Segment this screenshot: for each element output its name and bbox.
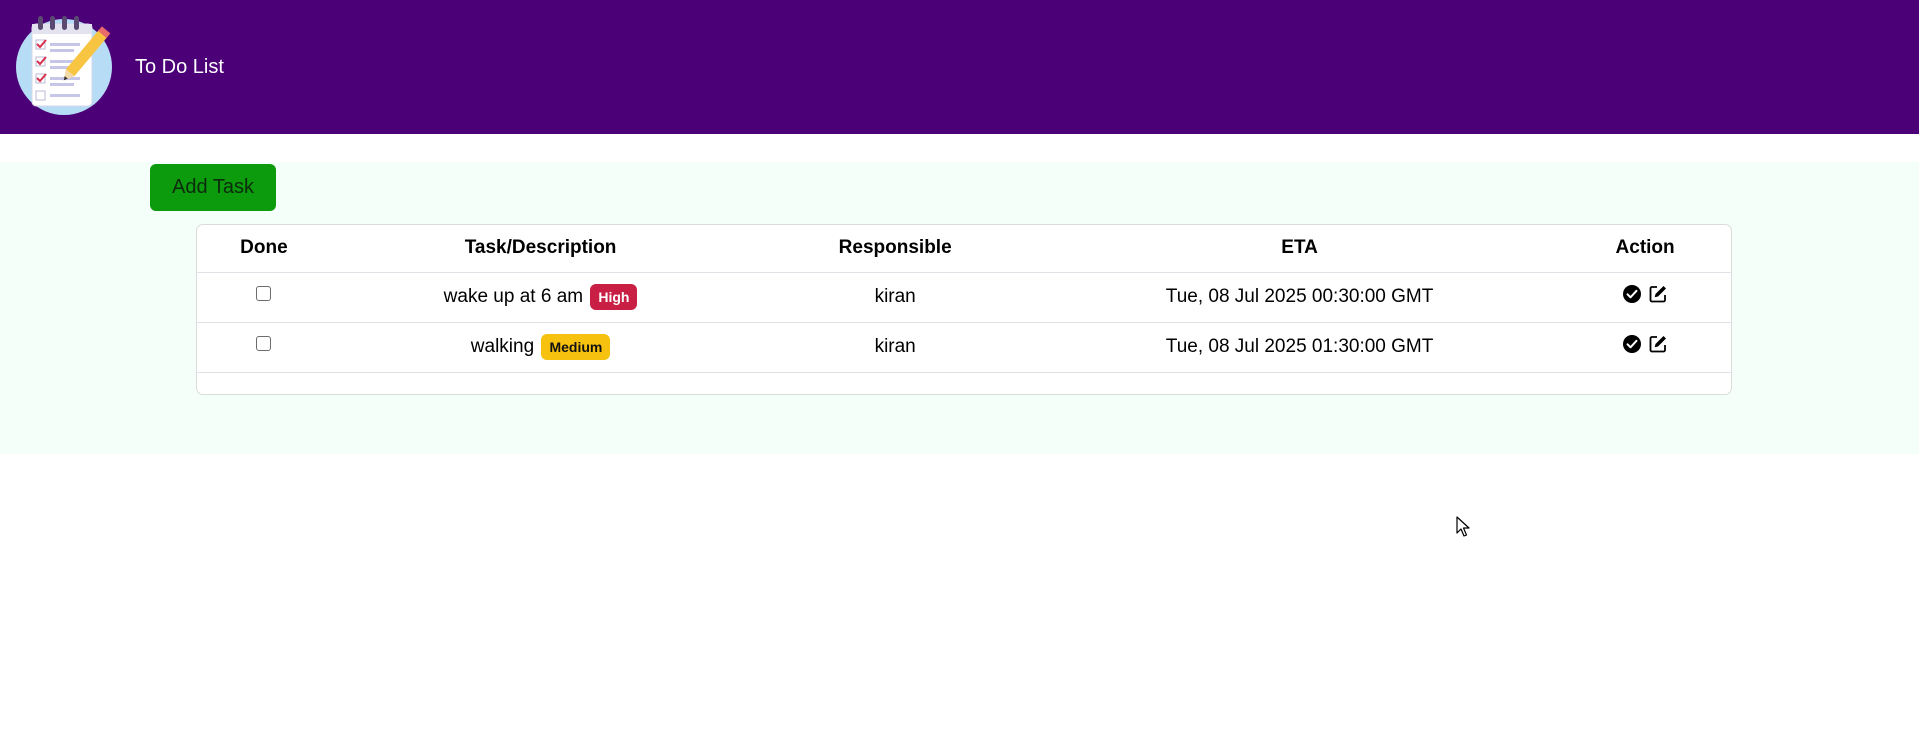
action-cell [1559, 272, 1731, 323]
table-row: wake up at 6 am High kiran Tue, 08 Jul 2… [197, 272, 1731, 323]
done-checkbox[interactable] [256, 285, 272, 301]
responsible-cell: kiran [750, 272, 1040, 323]
eta-cell: Tue, 08 Jul 2025 00:30:00 GMT [1040, 272, 1560, 323]
task-cell: wake up at 6 am High [330, 272, 751, 323]
task-table-card: Done Task/Description Responsible ETA Ac… [196, 224, 1732, 395]
table-header-row: Done Task/Description Responsible ETA Ac… [197, 225, 1731, 273]
table-row: walking Medium kiran Tue, 08 Jul 2025 01… [197, 322, 1731, 373]
task-table: Done Task/Description Responsible ETA Ac… [197, 225, 1731, 373]
header-action: Action [1559, 225, 1731, 273]
task-description: wake up at 6 am [443, 286, 584, 308]
task-description: walking [470, 336, 535, 358]
check-circle-icon[interactable] [1622, 334, 1642, 354]
main-section: Add Task Done Task/Description Responsib… [0, 162, 1919, 454]
app-title[interactable]: To Do List [135, 56, 224, 79]
add-task-button[interactable]: Add Task [150, 164, 276, 211]
header-done: Done [197, 225, 331, 273]
edit-icon[interactable] [1648, 284, 1668, 304]
done-checkbox[interactable] [256, 335, 272, 351]
priority-badge: High [590, 284, 638, 310]
action-cell [1559, 322, 1731, 373]
header-task: Task/Description [330, 225, 751, 273]
task-cell: walking Medium [330, 322, 751, 373]
mouse-pointer-icon [1456, 516, 1470, 537]
responsible-cell: kiran [750, 322, 1040, 373]
done-cell [197, 322, 331, 373]
priority-badge: Medium [541, 334, 611, 360]
navbar: To Do List [0, 0, 1919, 134]
eta-cell: Tue, 08 Jul 2025 01:30:00 GMT [1040, 322, 1560, 373]
header-responsible: Responsible [750, 225, 1040, 273]
header-eta: ETA [1040, 225, 1560, 273]
notepad-logo-icon[interactable] [14, 12, 114, 118]
edit-icon[interactable] [1648, 334, 1668, 354]
done-cell [197, 272, 331, 323]
check-circle-icon[interactable] [1622, 284, 1642, 304]
